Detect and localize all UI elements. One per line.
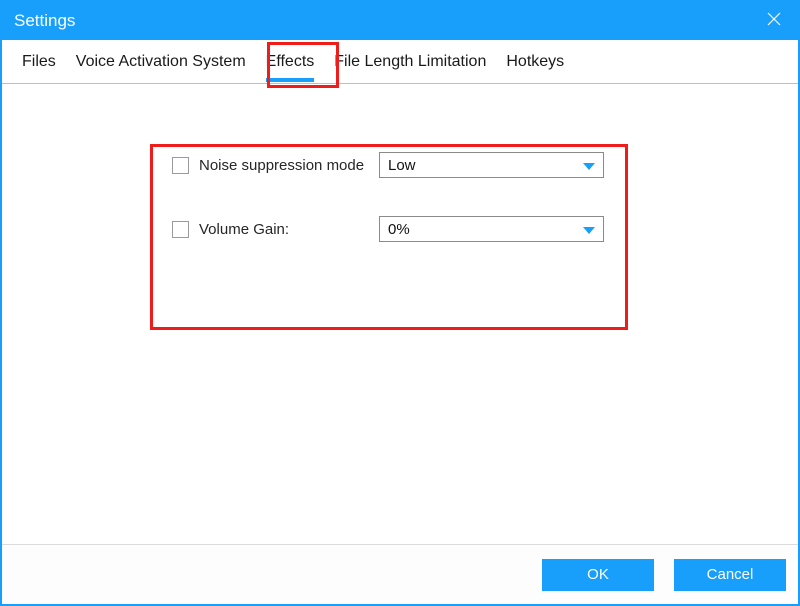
- tab-files[interactable]: Files: [14, 40, 64, 84]
- close-button[interactable]: [750, 2, 798, 40]
- noise-suppression-label: Noise suppression mode: [199, 157, 379, 174]
- tabstrip: Files Voice Activation System Effects Fi…: [2, 40, 798, 84]
- dropdown-value: Low: [388, 157, 416, 174]
- settings-window: Settings Files Voice Activation System E…: [0, 0, 800, 606]
- tab-file-length-limitation[interactable]: File Length Limitation: [326, 40, 494, 84]
- volume-gain-label: Volume Gain:: [199, 221, 379, 238]
- tab-hotkeys[interactable]: Hotkeys: [498, 40, 572, 84]
- noise-suppression-dropdown[interactable]: Low: [379, 152, 604, 178]
- close-icon: [767, 11, 781, 31]
- volume-gain-row: Volume Gain: 0%: [2, 214, 798, 244]
- volume-gain-checkbox[interactable]: [172, 221, 189, 238]
- effects-panel: Noise suppression mode Low Volume Gain: …: [2, 84, 798, 544]
- dialog-footer: OK Cancel: [2, 544, 798, 604]
- button-label: OK: [587, 566, 609, 583]
- noise-suppression-row: Noise suppression mode Low: [2, 144, 798, 174]
- tab-label: File Length Limitation: [334, 53, 486, 71]
- titlebar: Settings: [2, 2, 798, 40]
- ok-button[interactable]: OK: [542, 559, 654, 591]
- chevron-down-icon: [583, 221, 595, 238]
- chevron-down-icon: [583, 157, 595, 174]
- tab-label: Voice Activation System: [76, 53, 246, 71]
- dropdown-value: 0%: [388, 221, 410, 238]
- button-label: Cancel: [707, 566, 754, 583]
- cancel-button[interactable]: Cancel: [674, 559, 786, 591]
- tab-effects[interactable]: Effects: [258, 40, 323, 84]
- noise-suppression-checkbox[interactable]: [172, 157, 189, 174]
- volume-gain-dropdown[interactable]: 0%: [379, 216, 604, 242]
- tab-label: Files: [22, 53, 56, 71]
- tab-label: Effects: [266, 53, 315, 71]
- window-title: Settings: [14, 11, 75, 31]
- tab-voice-activation-system[interactable]: Voice Activation System: [68, 40, 254, 84]
- tab-label: Hotkeys: [506, 53, 564, 71]
